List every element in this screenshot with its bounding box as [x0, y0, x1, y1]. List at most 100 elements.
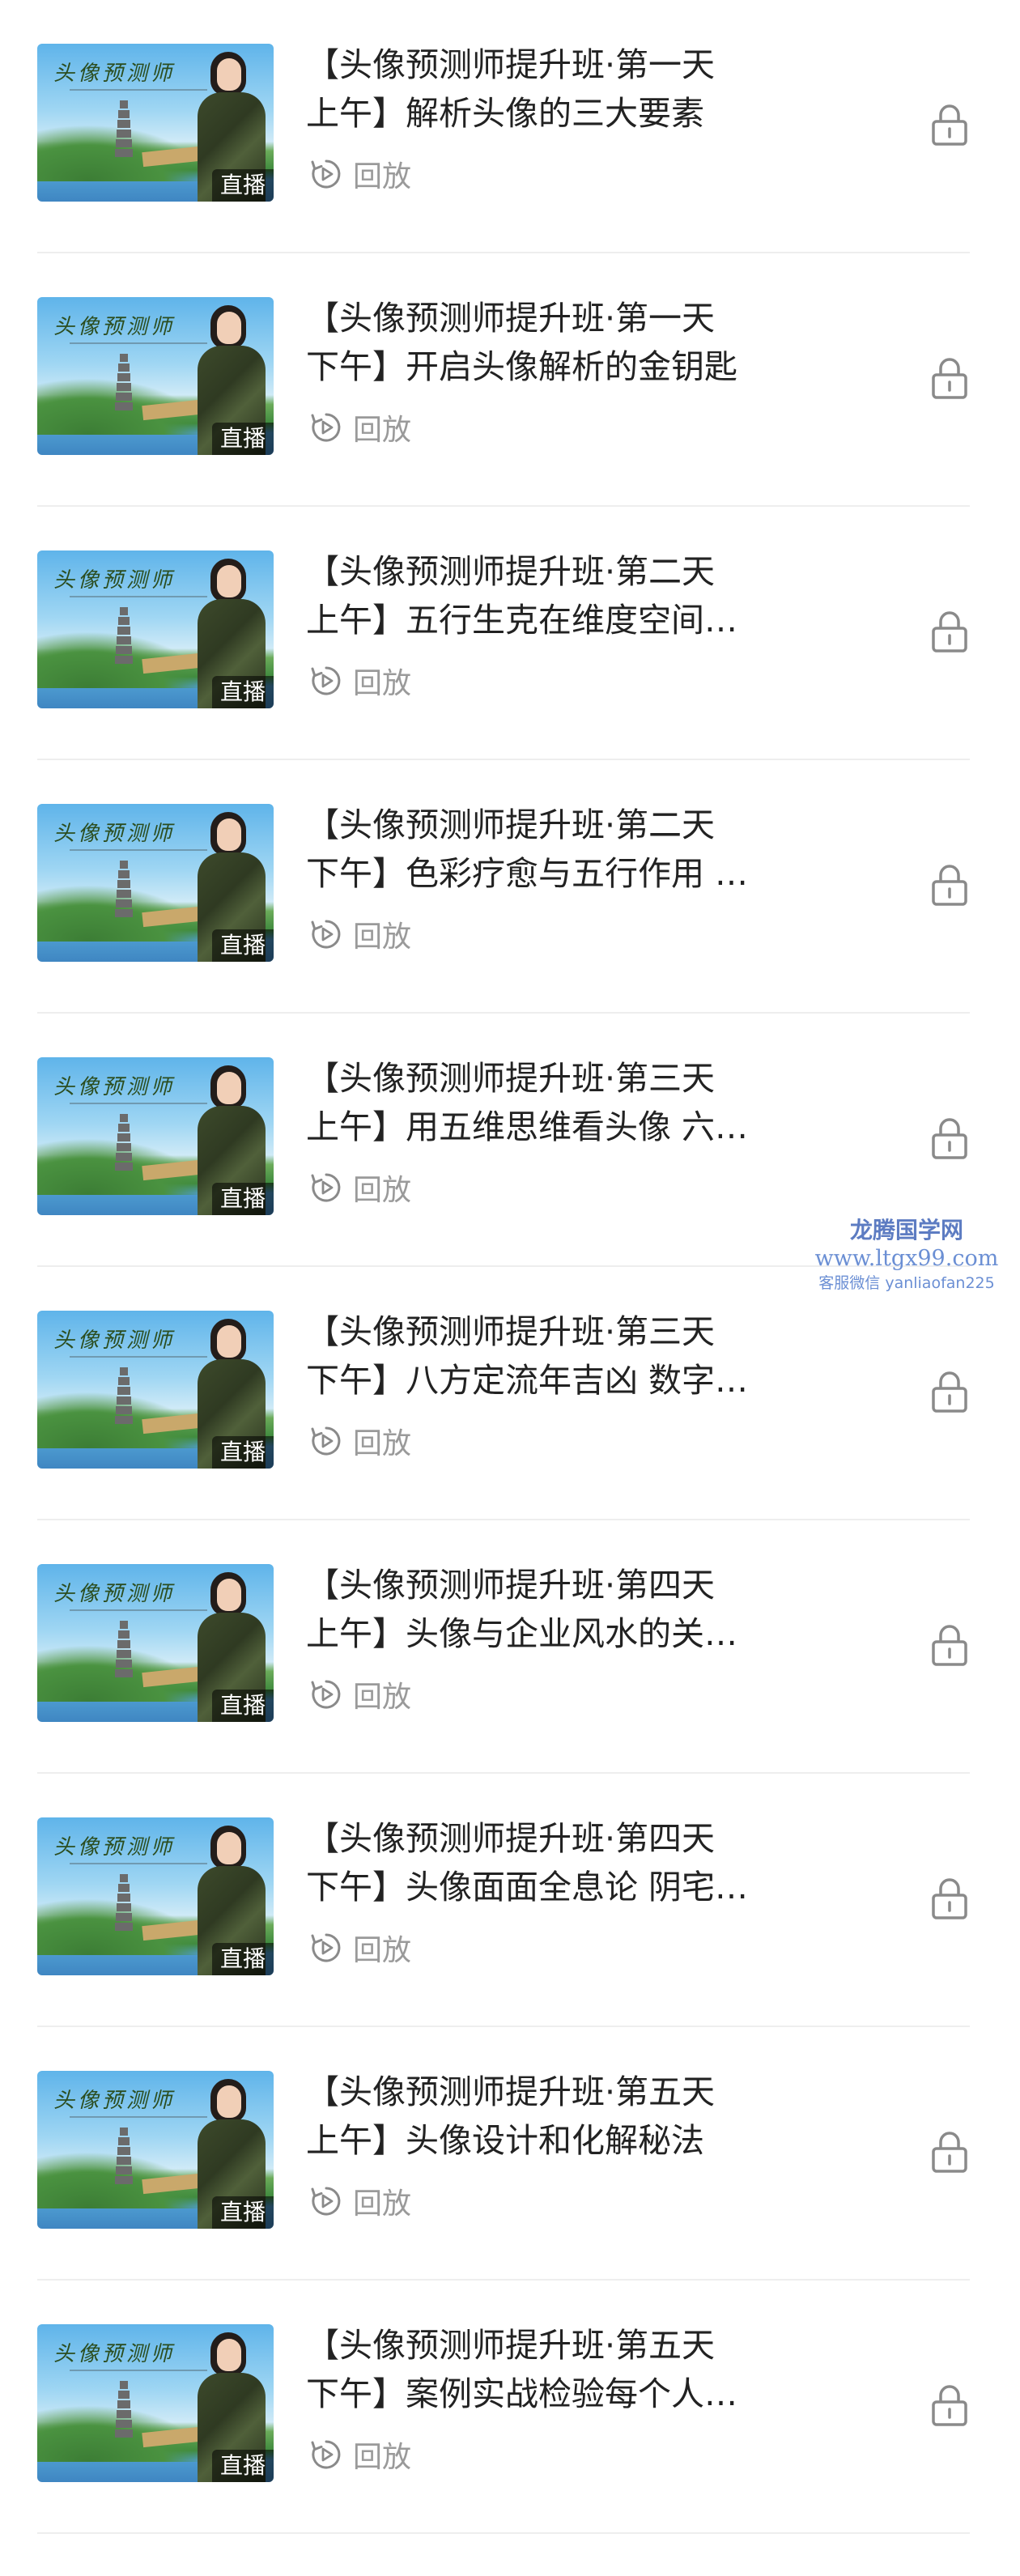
thumbnail-scroll-text: 头像预测师 — [53, 822, 176, 846]
replay-label: 回放 — [353, 2441, 412, 2474]
course-title-line-1: 【头像预测师提升班·第二天 — [306, 552, 716, 591]
course-item[interactable]: 头像预测师 直播 【头像预测师提升班·第三天 下午】八方定流年吉凶 数字… 回放 — [0, 1267, 1020, 1520]
lock-icon — [932, 358, 967, 399]
thumbnail-scroll-line — [70, 342, 207, 354]
course-item[interactable]: 头像预测师 直播 【头像预测师提升班·第四天 下午】头像面面全息论 阴宅… 回放 — [0, 1774, 1020, 2027]
course-title-line-1: 【头像预测师提升班·第二天 — [306, 806, 716, 844]
thumbnail-scroll-text: 头像预测师 — [53, 1582, 176, 1606]
thumbnail-scroll-line — [70, 1863, 207, 1874]
live-badge: 直播 — [211, 1183, 274, 1215]
course-item[interactable]: 头像预测师 直播 【头像预测师提升班·第三天 上午】用五维思维看头像 六… 回放 — [0, 1014, 1020, 1267]
course-item[interactable]: 头像预测师 直播 【头像预测师提升班·第五天 下午】案例实战检验每个人… 回放 — [0, 2281, 1020, 2534]
thumbnail-scroll-line — [70, 2370, 207, 2381]
replay-link[interactable]: 回放 — [309, 154, 411, 194]
replay-label: 回放 — [353, 667, 412, 700]
course-title-line-1: 【头像预测师提升班·第四天 — [306, 1566, 716, 1605]
thumbnail-scroll-text: 头像预测师 — [53, 315, 176, 339]
course-title[interactable]: 【头像预测师提升班·第五天 上午】头像设计和化解秘法 — [306, 2068, 824, 2165]
course-title[interactable]: 【头像预测师提升班·第三天 上午】用五维思维看头像 六… — [306, 1054, 824, 1151]
lock-icon — [932, 1878, 967, 1919]
course-title-line-2: 上午】解析头像的三大要素 — [306, 94, 704, 133]
live-badge: 直播 — [211, 1943, 274, 1975]
pagoda-graphic — [115, 2381, 133, 2446]
pagoda-graphic — [115, 2128, 133, 2192]
course-title-line-1: 【头像预测师提升班·第五天 — [306, 2326, 716, 2365]
course-thumbnail[interactable]: 头像预测师 直播 — [37, 1817, 274, 1975]
course-title-line-2: 上午】头像设计和化解秘法 — [306, 2121, 704, 2160]
course-thumbnail[interactable]: 头像预测师 直播 — [37, 550, 274, 708]
course-thumbnail[interactable]: 头像预测师 直播 — [37, 1311, 274, 1469]
course-title-line-2: 下午】开启头像解析的金钥匙 — [306, 347, 737, 386]
course-title[interactable]: 【头像预测师提升班·第四天 下午】头像面面全息论 阴宅… — [306, 1814, 824, 1911]
course-item[interactable]: 头像预测师 直播 【头像预测师提升班·第二天 上午】五行生克在维度空间… 回放 — [0, 507, 1020, 760]
pagoda-graphic — [115, 1621, 133, 1685]
replay-link[interactable]: 回放 — [309, 1928, 411, 1968]
course-thumbnail[interactable]: 头像预测师 直播 — [37, 1057, 274, 1215]
course-item[interactable]: 头像预测师 直播 【头像预测师提升班·第四天 上午】头像与企业风水的关… 回放 — [0, 1520, 1020, 1774]
course-title-line-2: 上午】五行生克在维度空间… — [306, 601, 737, 640]
thumbnail-scroll-text: 头像预测师 — [53, 2342, 176, 2366]
lock-icon — [932, 611, 967, 653]
replay-label: 回放 — [353, 1934, 412, 1967]
live-badge: 直播 — [211, 2450, 274, 2482]
course-title[interactable]: 【头像预测师提升班·第一天 下午】开启头像解析的金钥匙 — [306, 294, 824, 391]
replay-link[interactable]: 回放 — [309, 1674, 411, 1715]
course-thumbnail[interactable]: 头像预测师 直播 — [37, 297, 274, 455]
course-thumbnail[interactable]: 头像预测师 直播 — [37, 1564, 274, 1722]
course-title-line-2: 上午】头像与企业风水的关… — [306, 1614, 737, 1653]
course-item[interactable]: 头像预测师 直播 【头像预测师提升班·第二天 下午】色彩疗愈与五行作用 … 回放 — [0, 760, 1020, 1014]
replay-label: 回放 — [353, 160, 412, 193]
course-item[interactable]: 头像预测师 直播 【头像预测师提升班·第五天 上午】头像设计和化解秘法 回放 — [0, 2027, 1020, 2281]
course-title[interactable]: 【头像预测师提升班·第五天 下午】案例实战检验每个人… — [306, 2321, 824, 2418]
replay-link[interactable]: 回放 — [309, 661, 411, 701]
lock-icon — [932, 1118, 967, 1159]
thumbnail-scroll-text: 头像预测师 — [53, 2089, 176, 2113]
lock-icon — [932, 1371, 967, 1413]
course-title[interactable]: 【头像预测师提升班·第二天 下午】色彩疗愈与五行作用 … — [306, 801, 824, 898]
course-title[interactable]: 【头像预测师提升班·第一天 上午】解析头像的三大要素 — [306, 40, 824, 138]
course-title-line-2: 下午】八方定流年吉凶 数字… — [306, 1361, 749, 1400]
lock-icon — [932, 104, 967, 146]
replay-link[interactable]: 回放 — [309, 2181, 411, 2221]
course-title[interactable]: 【头像预测师提升班·第二天 上午】五行生克在维度空间… — [306, 547, 824, 644]
live-badge: 直播 — [211, 929, 274, 962]
replay-label: 回放 — [353, 1427, 412, 1460]
course-thumbnail[interactable]: 头像预测师 直播 — [37, 2324, 274, 2482]
replay-label: 回放 — [353, 1174, 412, 1207]
course-title[interactable]: 【头像预测师提升班·第四天 上午】头像与企业风水的关… — [306, 1561, 824, 1658]
replay-icon — [311, 2440, 341, 2469]
pagoda-graphic — [115, 354, 133, 419]
replay-link[interactable]: 回放 — [309, 407, 411, 448]
course-title-line-2: 下午】色彩疗愈与五行作用 … — [306, 854, 749, 893]
course-thumbnail[interactable]: 头像预测师 直播 — [37, 804, 274, 962]
course-item[interactable]: 头像预测师 直播 【头像预测师提升班·第一天 下午】开启头像解析的金钥匙 回放 — [0, 253, 1020, 507]
pagoda-graphic — [115, 1114, 133, 1179]
pagoda-graphic — [115, 100, 133, 165]
live-badge: 直播 — [211, 2196, 274, 2229]
thumbnail-scroll-line — [70, 849, 207, 861]
course-item[interactable]: 头像预测师 直播 【头像预测师提升班·第一天 上午】解析头像的三大要素 回放 — [0, 0, 1020, 253]
course-title-line-1: 【头像预测师提升班·第一天 — [306, 299, 716, 338]
thumbnail-scroll-text: 头像预测师 — [53, 568, 176, 593]
course-title-line-2: 下午】头像面面全息论 阴宅… — [306, 1868, 749, 1906]
course-title-line-1: 【头像预测师提升班·第四天 — [306, 1819, 716, 1858]
course-thumbnail[interactable]: 头像预测师 直播 — [37, 44, 274, 202]
course-title-line-2: 下午】案例实战检验每个人… — [306, 2374, 737, 2413]
replay-icon — [311, 159, 341, 189]
replay-icon — [311, 920, 341, 949]
course-title-line-1: 【头像预测师提升班·第五天 — [306, 2072, 716, 2111]
live-badge: 直播 — [211, 1436, 274, 1469]
replay-link[interactable]: 回放 — [309, 1167, 411, 1208]
course-title[interactable]: 【头像预测师提升班·第三天 下午】八方定流年吉凶 数字… — [306, 1307, 824, 1405]
replay-link[interactable]: 回放 — [309, 914, 411, 954]
thumbnail-scroll-line — [70, 2116, 207, 2128]
pagoda-graphic — [115, 607, 133, 672]
replay-link[interactable]: 回放 — [309, 2434, 411, 2475]
course-thumbnail[interactable]: 头像预测师 直播 — [37, 2071, 274, 2229]
replay-icon — [311, 1173, 341, 1202]
replay-icon — [311, 1933, 341, 1962]
replay-link[interactable]: 回放 — [309, 1421, 411, 1461]
course-title-line-1: 【头像预测师提升班·第一天 — [306, 45, 716, 84]
thumbnail-scroll-line — [70, 1103, 207, 1114]
live-badge: 直播 — [211, 169, 274, 202]
